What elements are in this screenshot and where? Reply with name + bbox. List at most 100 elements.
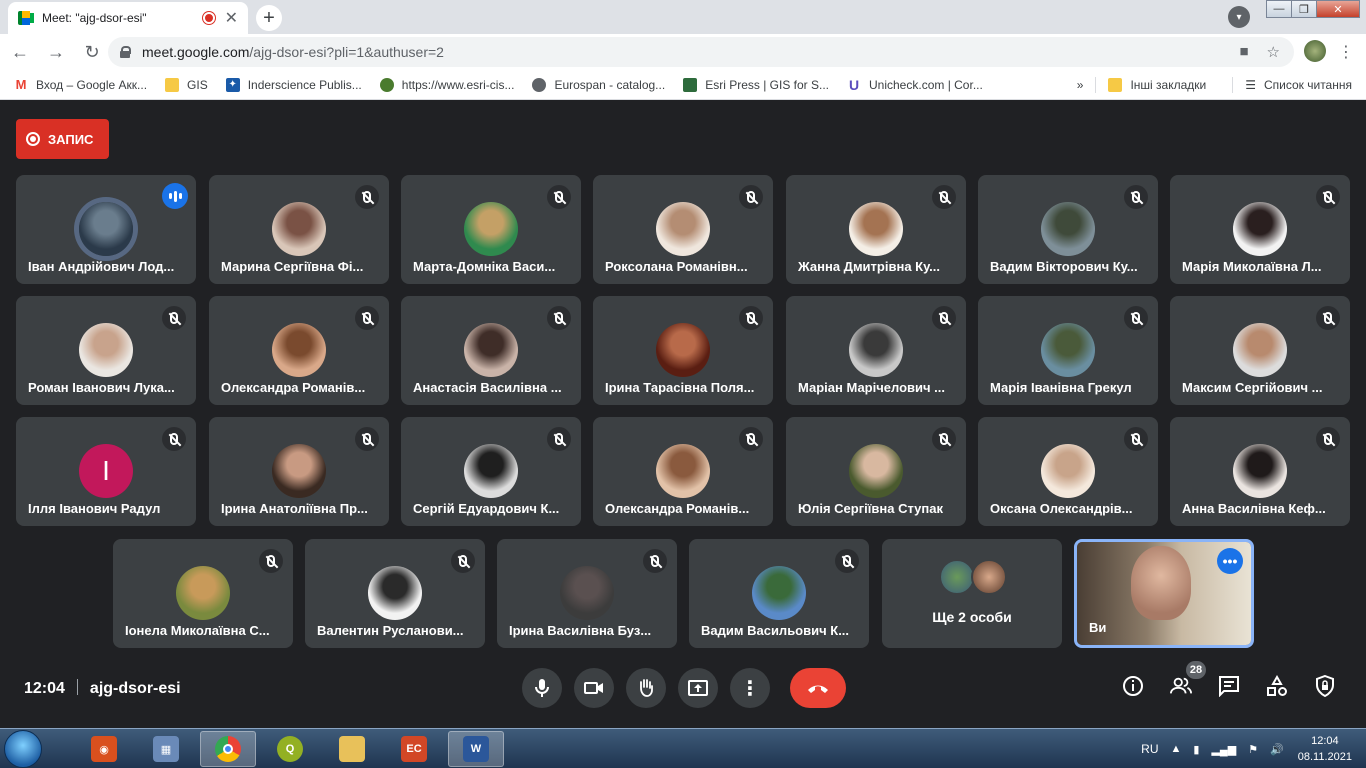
mic-off-glyph xyxy=(1132,191,1140,203)
chat-button[interactable] xyxy=(1218,675,1240,697)
participant-tile[interactable]: Ірина Тарасівна Поля... xyxy=(593,296,773,405)
taskbar-presentation-app[interactable]: EC xyxy=(386,731,442,767)
leave-call-button[interactable] xyxy=(790,668,846,708)
microphone-button[interactable] xyxy=(522,668,562,708)
windows-start-button[interactable] xyxy=(4,730,42,768)
minimize-button[interactable]: — xyxy=(1266,0,1292,18)
address-bar[interactable]: meet.google.com/ajg-dsor-esi?pli=1&authu… xyxy=(108,37,1294,67)
taskbar-qgis[interactable]: Q xyxy=(262,731,318,767)
battery-icon[interactable]: ▮ xyxy=(1193,743,1199,756)
mic-off-icon xyxy=(739,427,763,451)
participant-tile[interactable]: Анна Василівна Кеф... xyxy=(1170,417,1350,526)
forward-arrow-icon[interactable]: → xyxy=(40,36,72,68)
bookmark-star-icon[interactable]: ☆ xyxy=(1267,43,1280,61)
participant-tile[interactable]: Марія Іванівна Грекул xyxy=(978,296,1158,405)
self-view-tile[interactable]: ••• Ви xyxy=(1074,539,1254,648)
camera-button[interactable] xyxy=(574,668,614,708)
flag-icon[interactable]: ⚑ xyxy=(1248,743,1258,756)
participant-tile[interactable]: Роксолана Романівн... xyxy=(593,175,773,284)
participant-tile[interactable]: Ірина Василівна Буз... xyxy=(497,539,677,648)
browser-tab-meet[interactable]: Meet: "ajg-dsor-esi" ✕ xyxy=(8,2,248,34)
host-controls-button[interactable] xyxy=(1314,675,1336,697)
participant-name: Іван Андрійович Лод... xyxy=(28,259,175,274)
other-bookmarks[interactable]: Інші закладки xyxy=(1108,78,1206,92)
avatar xyxy=(368,566,422,620)
participant-tile[interactable]: І Ілля Іванович Радул xyxy=(16,417,196,526)
taskbar-camera-app[interactable]: ◉ xyxy=(76,731,132,767)
chrome-menu-icon[interactable]: ⋮ xyxy=(1338,42,1354,62)
bookmark-item-3[interactable]: https://www.esri-cis... xyxy=(379,77,514,92)
participant-tile[interactable]: Роман Іванович Лука... xyxy=(16,296,196,405)
more-bookmarks-chevron-icon[interactable]: » xyxy=(1077,78,1084,92)
mic-off-icon xyxy=(1124,185,1148,209)
tab-close-icon[interactable]: ✕ xyxy=(225,8,238,28)
bookmark-item-5[interactable]: Esri Press | GIS for S... xyxy=(683,77,829,92)
tile-options-icon[interactable]: ••• xyxy=(1217,548,1243,574)
avatar xyxy=(464,202,518,256)
activities-button[interactable] xyxy=(1266,675,1288,697)
participant-tile[interactable]: Марта-Домніка Васи... xyxy=(401,175,581,284)
bookmark-item-6[interactable]: U Unicheck.com | Cor... xyxy=(847,77,983,93)
camera-permission-icon[interactable]: ■ xyxy=(1239,43,1248,61)
more-participants-tile[interactable]: Ще 2 особи xyxy=(882,539,1062,648)
participant-tile[interactable]: Оксана Олександрів... xyxy=(978,417,1158,526)
bookmark-item-0[interactable]: M Вход – Google Акк... xyxy=(14,77,147,92)
show-hidden-icons-icon[interactable]: ▲ xyxy=(1171,743,1182,755)
mic-off-icon xyxy=(932,306,956,330)
present-screen-button[interactable] xyxy=(678,668,718,708)
participant-tile[interactable]: Сергій Едуардович К... xyxy=(401,417,581,526)
taskbar-explorer[interactable] xyxy=(324,731,380,767)
volume-icon[interactable]: 🔊 xyxy=(1270,743,1284,756)
participant-tile[interactable]: Анастасія Василівна ... xyxy=(401,296,581,405)
windows-taskbar: ◉ ▦ Q EC W RU ▲ ▮ ▂▄▆ ⚑ 🔊 12:04 08.11.20… xyxy=(0,728,1366,768)
participant-tile[interactable]: Іонела Миколаївна С... xyxy=(113,539,293,648)
maximize-button[interactable]: ❐ xyxy=(1291,0,1317,18)
people-button[interactable]: 28 xyxy=(1170,661,1206,697)
reload-icon[interactable]: ↻ xyxy=(76,36,108,68)
profile-avatar[interactable] xyxy=(1304,40,1326,62)
taskbar-word[interactable]: W xyxy=(448,731,504,767)
system-clock[interactable]: 12:04 08.11.2021 xyxy=(1298,733,1352,765)
participant-tile[interactable]: Жанна Дмитрівна Ку... xyxy=(786,175,966,284)
raise-hand-button[interactable] xyxy=(626,668,666,708)
meeting-details-button[interactable] xyxy=(1122,675,1144,697)
participant-tile[interactable]: Маріан Марічелович ... xyxy=(786,296,966,405)
participant-tile[interactable]: Олександра Романів... xyxy=(209,296,389,405)
chrome-profile-down-icon[interactable]: ▾ xyxy=(1228,6,1250,28)
language-indicator[interactable]: RU xyxy=(1141,742,1158,756)
participant-tile[interactable]: Вадим Вікторович Ку... xyxy=(978,175,1158,284)
url-domain: meet.google.com xyxy=(142,44,250,60)
mic-off-icon xyxy=(259,549,283,573)
more-participants-avatars xyxy=(939,559,1009,595)
taskbar-chrome[interactable] xyxy=(200,731,256,767)
avatar xyxy=(1233,323,1287,377)
participant-tile[interactable]: Вадим Васильович К... xyxy=(689,539,869,648)
more-options-button[interactable]: ⋮ xyxy=(730,668,770,708)
participant-tile[interactable]: Максим Сергійович ... xyxy=(1170,296,1350,405)
participant-tile[interactable]: Марія Миколаївна Л... xyxy=(1170,175,1350,284)
bookmark-item-1[interactable]: GIS xyxy=(165,77,208,92)
recording-badge[interactable]: ЗАПИС xyxy=(16,119,109,159)
network-signal-icon[interactable]: ▂▄▆ xyxy=(1211,743,1236,756)
mic-off-glyph xyxy=(170,312,178,324)
participant-tile[interactable]: Валентин Русланови... xyxy=(305,539,485,648)
participant-tile[interactable]: Іван Андрійович Лод... xyxy=(16,175,196,284)
participant-tile[interactable]: Марина Сергіївна Фі... xyxy=(209,175,389,284)
bookmark-item-2[interactable]: ✦ Inderscience Publis... xyxy=(225,77,362,92)
mic-off-glyph xyxy=(1324,191,1332,203)
participant-tile[interactable]: Ірина Анатоліївна Пр... xyxy=(209,417,389,526)
participant-tile[interactable]: Олександра Романів... xyxy=(593,417,773,526)
window-close-button[interactable]: ✕ xyxy=(1316,0,1360,18)
back-arrow-icon[interactable]: ← xyxy=(4,36,36,68)
avatar xyxy=(1041,444,1095,498)
lock-icon[interactable] xyxy=(120,46,131,58)
participant-tile[interactable]: Юлія Сергіївна Ступак xyxy=(786,417,966,526)
bookmark-item-4[interactable]: Eurospan - catalog... xyxy=(532,77,665,92)
participant-name: Ви xyxy=(1089,620,1107,635)
taskbar-calculator[interactable]: ▦ xyxy=(138,731,194,767)
mic-off-glyph xyxy=(747,433,755,445)
reading-list[interactable]: ☰ Список читання xyxy=(1245,78,1352,92)
participant-name: Маріан Марічелович ... xyxy=(798,380,946,395)
call-controls: ⋮ xyxy=(522,668,846,708)
new-tab-button[interactable]: + xyxy=(256,5,282,31)
